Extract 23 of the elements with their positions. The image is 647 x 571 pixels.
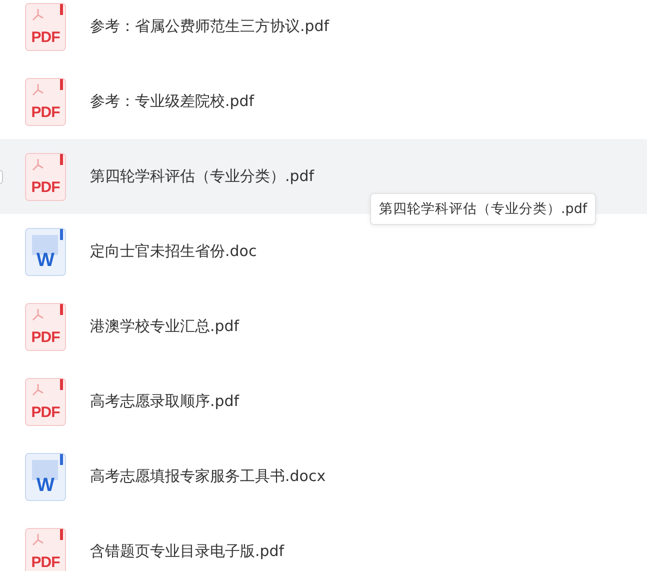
tooltip: 第四轮学科评估（专业分类）.pdf [370, 193, 596, 226]
pdf-file-icon: PDF [25, 528, 66, 571]
file-row[interactable]: PDF 参考：专业级差院校.pdf [0, 64, 647, 139]
file-row[interactable]: PDF 高考志愿录取顺序.pdf [0, 364, 647, 439]
file-name[interactable]: 定向士官未招生省份.doc [90, 240, 257, 263]
file-row[interactable]: W 高考志愿填报专家服务工具书.docx [0, 439, 647, 514]
file-name[interactable]: 含错题页专业目录电子版.pdf [90, 540, 284, 563]
file-row[interactable]: PDF 港澳学校专业汇总.pdf [0, 289, 647, 364]
file-name[interactable]: 高考志愿填报专家服务工具书.docx [90, 465, 326, 488]
pdf-file-icon: PDF [25, 2, 66, 50]
pdf-file-icon: PDF [25, 152, 66, 200]
word-file-icon: W [25, 452, 66, 500]
file-row[interactable]: PDF 参考：省属公费师范生三方协议.pdf [0, 0, 647, 64]
file-name[interactable]: 参考：省属公费师范生三方协议.pdf [90, 15, 330, 38]
pdf-file-icon: PDF [25, 78, 66, 126]
pdf-file-icon: PDF [25, 302, 66, 350]
file-row[interactable]: PDF 含错题页专业目录电子版.pdf [0, 514, 647, 571]
file-name[interactable]: 参考：专业级差院校.pdf [90, 90, 254, 113]
file-name[interactable]: 高考志愿录取顺序.pdf [90, 390, 240, 413]
word-file-icon: W [25, 228, 66, 276]
file-name[interactable]: 第四轮学科评估（专业分类）.pdf [90, 165, 314, 188]
pdf-file-icon: PDF [25, 378, 66, 426]
file-name[interactable]: 港澳学校专业汇总.pdf [90, 315, 240, 338]
